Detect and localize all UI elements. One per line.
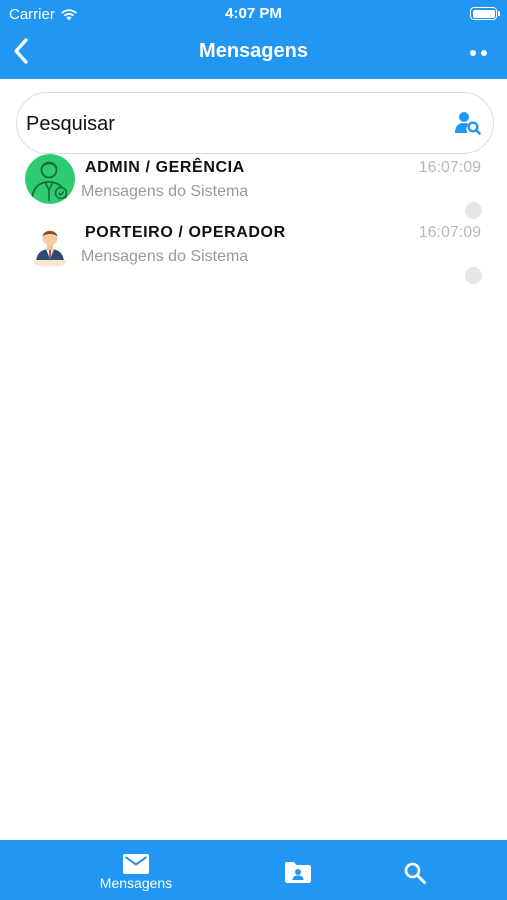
contacts-folder-icon (285, 862, 311, 883)
dot-icon (480, 50, 487, 56)
navigation-bar: Mensagens (0, 28, 507, 79)
tab-label: Mensagens (99, 875, 173, 891)
app-header: Carrier 4:07 PM Mensagens (0, 0, 507, 79)
search-user-icon[interactable] (455, 111, 481, 135)
page-title: Mensagens (199, 40, 308, 62)
contact-name: PORTEIRO / OPERADOR (85, 224, 286, 241)
unread-indicator (465, 267, 482, 284)
search-icon (404, 862, 426, 884)
battery-icon (470, 7, 500, 20)
avatar (25, 154, 75, 204)
message-time: 16:07:09 (418, 159, 481, 176)
status-bar: Carrier 4:07 PM (0, 0, 507, 28)
contact-subtitle: Mensagens do Sistema (81, 183, 249, 200)
tab-messages[interactable]: Mensagens (86, 840, 186, 900)
operator-avatar-icon (25, 219, 75, 269)
dot-icon (469, 50, 476, 56)
tab-search[interactable] (398, 840, 432, 900)
status-time: 4:07 PM (225, 5, 282, 22)
conversation-list: ADMIN / GERÊNCIA Mensagens do Sistema 16… (0, 152, 507, 284)
avatar (25, 219, 75, 269)
search-input[interactable] (26, 108, 446, 140)
mail-icon (123, 854, 149, 874)
more-options-button[interactable] (465, 42, 491, 64)
search-bar (16, 92, 494, 154)
conversation-row[interactable]: ADMIN / GERÊNCIA Mensagens do Sistema 16… (0, 152, 507, 219)
tab-contacts[interactable] (281, 840, 315, 900)
message-time: 16:07:09 (418, 224, 481, 241)
contact-subtitle: Mensagens do Sistema (81, 248, 249, 265)
conversation-row[interactable]: PORTEIRO / OPERADOR Mensagens do Sistema… (0, 217, 507, 284)
manager-avatar-icon (25, 154, 75, 204)
tab-bar: Mensagens (0, 840, 507, 900)
contact-name: ADMIN / GERÊNCIA (85, 159, 245, 176)
